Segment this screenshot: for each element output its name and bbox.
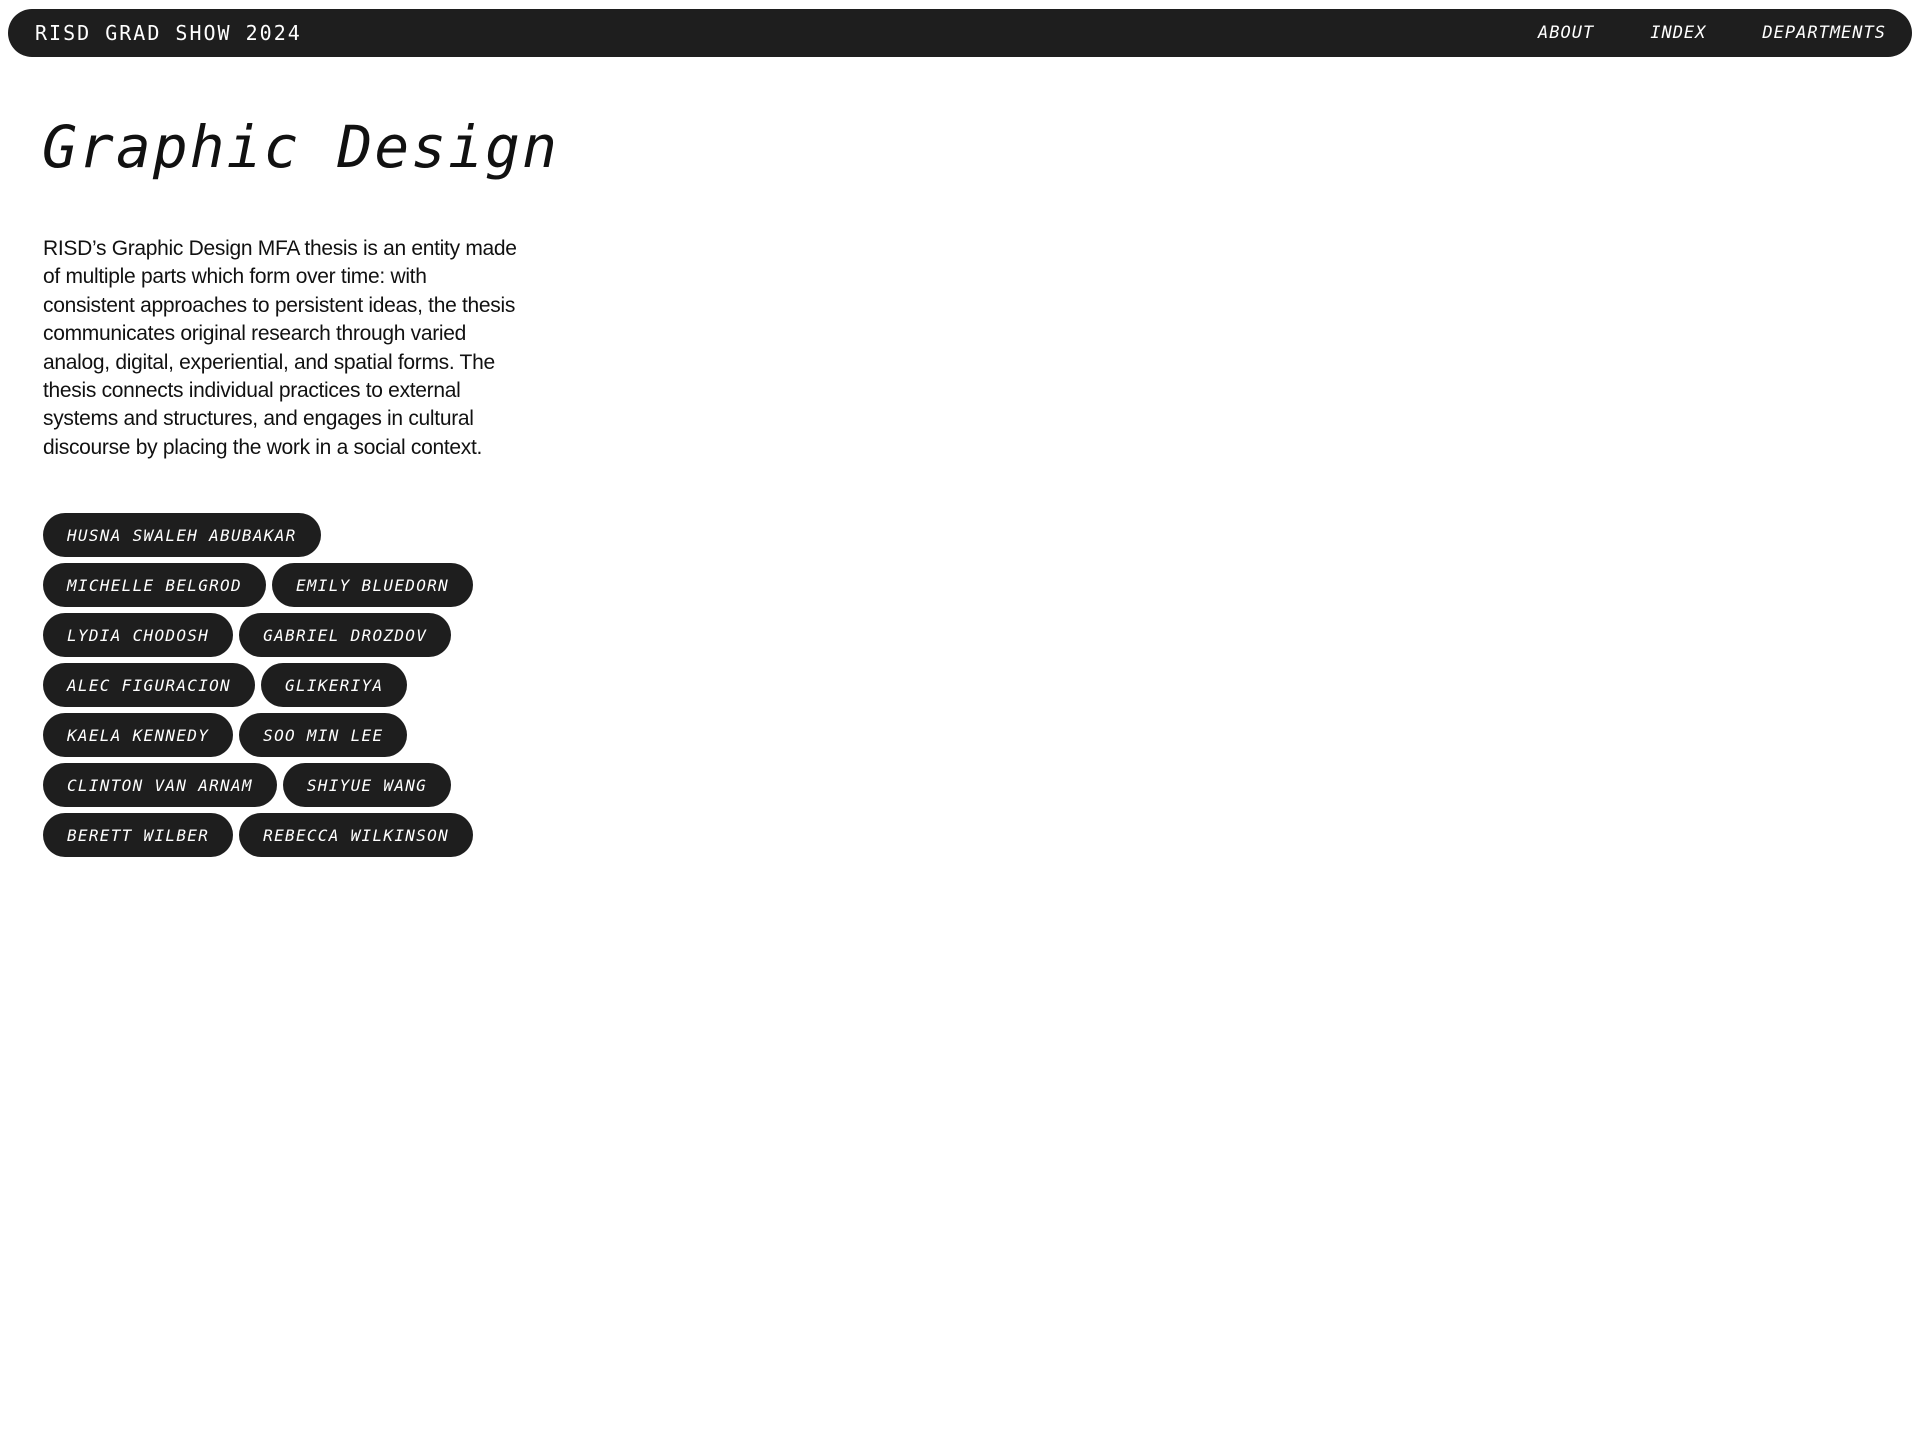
student-row: ALEC FIGURACION GLIKERIYA — [43, 663, 533, 707]
student-tag-glikeriya[interactable]: GLIKERIYA — [261, 663, 408, 707]
student-tag-clinton-van-arnam[interactable]: CLINTON VAN ARNAM — [43, 763, 277, 807]
student-row: HUSNA SWALEH ABUBAKAR — [43, 513, 533, 557]
nav-index-link[interactable]: INDEX — [1650, 23, 1706, 43]
student-tag-alec-figuracion[interactable]: ALEC FIGURACION — [43, 663, 255, 707]
student-row: CLINTON VAN ARNAM SHIYUE WANG — [43, 763, 533, 807]
main-nav: ABOUT INDEX DEPARTMENTS — [1538, 23, 1886, 43]
student-row: MICHELLE BELGROD EMILY BLUEDORN — [43, 563, 533, 607]
student-tag-berett-wilber[interactable]: BERETT WILBER — [43, 813, 234, 857]
page-title: Graphic Design — [42, 113, 559, 181]
student-tag-shiyue-wang[interactable]: SHIYUE WANG — [282, 763, 452, 807]
student-tag-lydia-chodosh[interactable]: LYDIA CHODOSH — [43, 613, 234, 657]
top-nav-bar: RISD GRAD SHOW 2024 ABOUT INDEX DEPARTME… — [8, 9, 1912, 57]
nav-about-link[interactable]: ABOUT — [1538, 23, 1594, 43]
student-row: KAELA KENNEDY SOO MIN LEE — [43, 713, 533, 757]
student-tag-michelle-belgrod[interactable]: MICHELLE BELGROD — [43, 563, 266, 607]
student-list: HUSNA SWALEH ABUBAKAR MICHELLE BELGROD E… — [43, 513, 533, 863]
nav-departments-link[interactable]: DEPARTMENTS — [1762, 23, 1886, 43]
site-title-link[interactable]: RISD GRAD SHOW 2024 — [35, 21, 302, 45]
student-tag-gabriel-drozdov[interactable]: GABRIEL DROZDOV — [239, 613, 452, 657]
student-row: LYDIA CHODOSH GABRIEL DROZDOV — [43, 613, 533, 657]
student-tag-soo-min-lee[interactable]: SOO MIN LEE — [239, 713, 408, 757]
student-tag-kaela-kennedy[interactable]: KAELA KENNEDY — [43, 713, 234, 757]
department-description: RISD’s Graphic Design MFA thesis is an e… — [43, 237, 517, 459]
student-tag-rebecca-wilkinson[interactable]: REBECCA WILKINSON — [239, 813, 473, 857]
student-tag-emily-bluedorn[interactable]: EMILY BLUEDORN — [271, 563, 473, 607]
student-row: BERETT WILBER REBECCA WILKINSON — [43, 813, 533, 857]
student-tag-husna-swaleh-abubakar[interactable]: HUSNA SWALEH ABUBAKAR — [43, 513, 321, 557]
